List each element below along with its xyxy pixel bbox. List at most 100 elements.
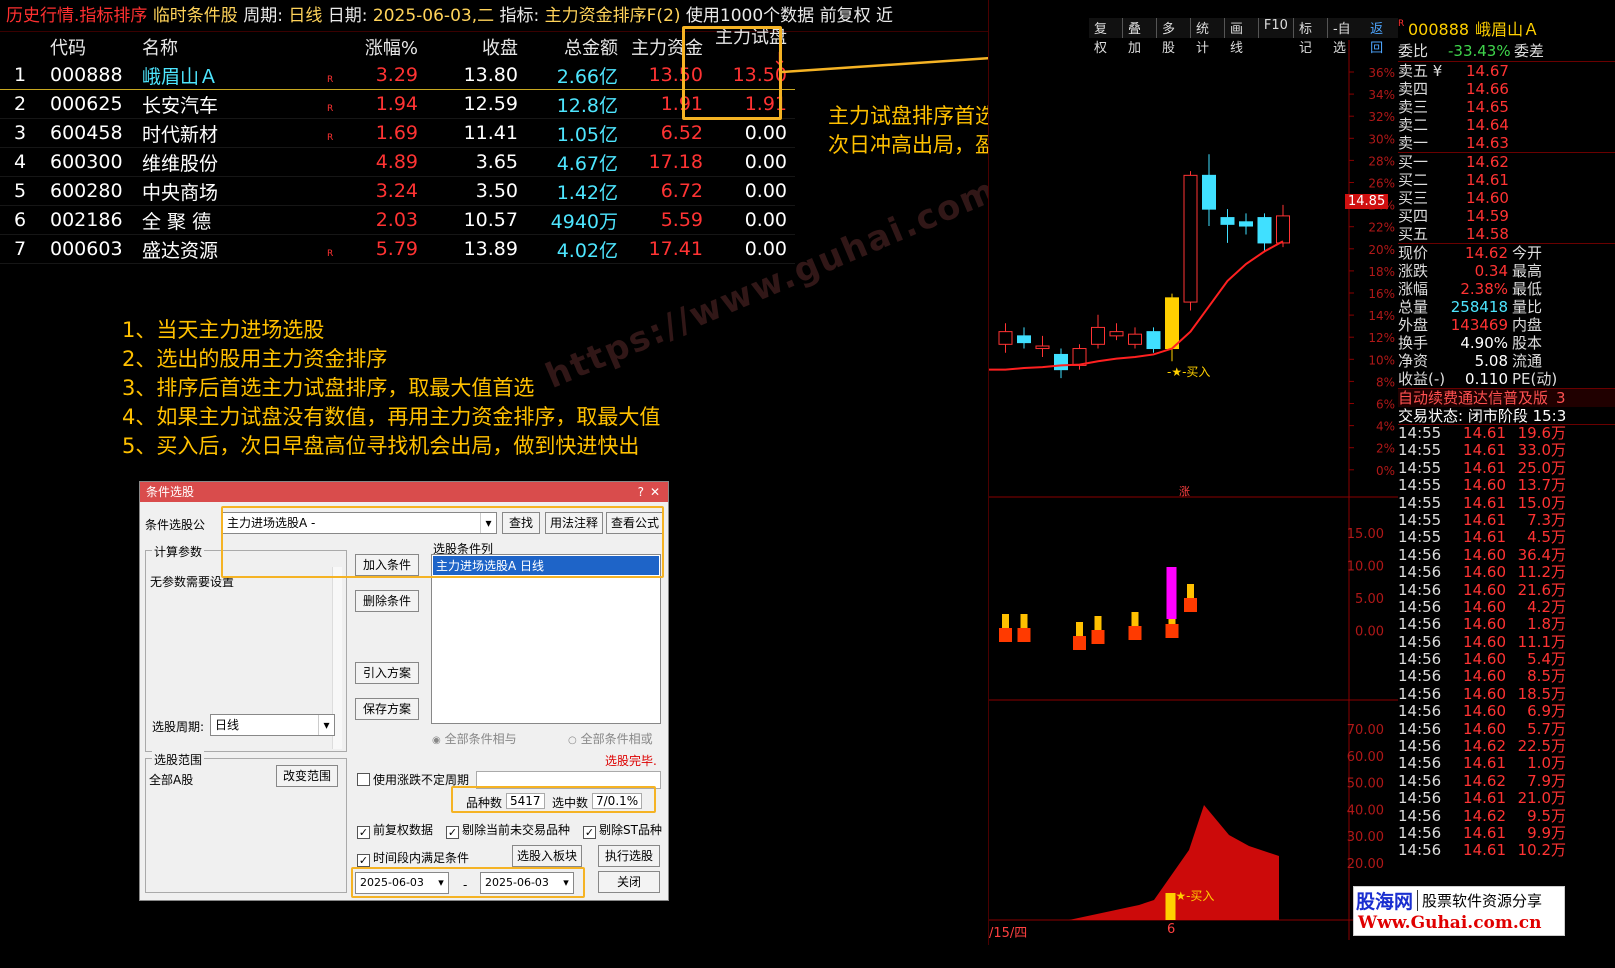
params-group-label: 计算参数 — [152, 543, 205, 560]
tick-row: 14:56 14.60 11.2万 — [1398, 563, 1615, 582]
book-row[interactable]: 卖四 14.66 — [1398, 80, 1615, 98]
import-plan-button[interactable]: 引入方案 — [355, 662, 419, 684]
tick-time: 14:56 — [1398, 823, 1442, 842]
book-row[interactable]: 卖五 ¥ 14.67 — [1398, 62, 1615, 80]
mid-tick: 15.00 — [1347, 527, 1384, 542]
tick-volume: 19.6万 — [1517, 424, 1566, 442]
zhang-label: 涨 — [1179, 485, 1190, 498]
tick-time: 14:56 — [1398, 580, 1442, 599]
tick-volume: 7.9万 — [1527, 771, 1566, 790]
weibi-value: -33.43% — [1448, 42, 1511, 60]
tick-price: 14.60 — [1463, 702, 1506, 721]
tick-list[interactable]: 14:55 14.61 19.6万 14:55 14.61 33.0万 14:55 14.61… — [1398, 424, 1615, 860]
book-row[interactable]: 买二 14.61 — [1398, 171, 1615, 189]
close-icon[interactable]: ✕ — [650, 482, 660, 502]
tick-row: 14:56 14.60 5.4万 — [1398, 650, 1615, 669]
tick-time: 14:56 — [1398, 615, 1442, 634]
stat-row: 涨跌 0.34 最高 — [1398, 262, 1615, 280]
tick-volume: 8.5万 — [1527, 667, 1566, 686]
tick-price: 14.62 — [1463, 806, 1506, 825]
range-group: 选股范围 全部A股 改变范围 — [145, 751, 347, 893]
pct-tick: 32% — [1368, 110, 1395, 124]
mid-bar — [1128, 626, 1142, 640]
tick-price: 14.60 — [1463, 580, 1506, 599]
and-radio[interactable]: ◉ 全部条件相与 — [432, 730, 517, 747]
pct-tick: 18% — [1368, 265, 1395, 279]
tick-time: 14:55 — [1398, 424, 1442, 442]
stat-label: 涨幅 — [1398, 280, 1429, 298]
tick-volume: 33.0万 — [1517, 441, 1566, 460]
book-label: 买三 — [1398, 189, 1429, 207]
book-row[interactable]: 买三 14.60 — [1398, 189, 1615, 207]
step-item: 5、买入后，次日早盘高位寻找机会出局，做到快进快出 — [122, 434, 640, 458]
book-label: 买五 — [1398, 225, 1429, 243]
tick-time: 14:56 — [1398, 754, 1442, 773]
help-icon[interactable]: ? — [638, 482, 644, 502]
weicha-label: 委差 — [1514, 42, 1545, 60]
stat-label: 总量 — [1398, 298, 1429, 316]
book-price: 14.62 — [1466, 153, 1509, 171]
pct-tick: 4% — [1376, 420, 1395, 434]
r-mark: R — [327, 133, 334, 143]
book-row[interactable]: 买一 14.62 — [1398, 153, 1615, 171]
book-row[interactable]: 卖一 14.63 — [1398, 134, 1615, 152]
book-label: 买一 — [1398, 153, 1429, 171]
tick-time: 14:56 — [1398, 771, 1442, 790]
or-radio[interactable]: ○ 全部条件相或 — [568, 730, 653, 747]
stat-label: 现价 — [1398, 244, 1429, 262]
time-checkbox[interactable]: ✓ 时间段内满足条件 — [357, 849, 469, 867]
tick-row: 14:56 14.61 9.9万 — [1398, 823, 1615, 842]
tick-row: 14:56 14.60 1.8万 — [1398, 615, 1615, 634]
stat-value: 2.38% — [1460, 280, 1508, 298]
tick-volume: 22.5万 — [1517, 737, 1566, 756]
r-mark: R — [327, 104, 334, 114]
period-value: 日线 — [215, 718, 240, 732]
tick-volume: 21.6万 — [1517, 580, 1566, 599]
stat-label: 涨跌 — [1398, 262, 1429, 280]
condition-list[interactable]: 主力进场选股A 日线 — [431, 554, 661, 724]
tick-price: 14.60 — [1463, 632, 1506, 651]
book-price: 14.64 — [1466, 116, 1509, 134]
kline-chart[interactable]: 36%34%32%30%28%26%24%22%20%18%16%14%12%1… — [989, 0, 1399, 945]
tick-price: 14.61 — [1463, 823, 1506, 842]
tick-price: 14.60 — [1463, 597, 1506, 616]
stat-label: 换手 — [1398, 334, 1429, 352]
range-value: 全部A股 — [149, 773, 194, 787]
candle — [1276, 215, 1290, 244]
tick-volume: 36.4万 — [1517, 545, 1566, 564]
change-range-button[interactable]: 改变范围 — [276, 765, 338, 787]
use-period-label: 使用涨跌不定周期 — [373, 773, 470, 787]
period-label: 选股周期: — [152, 720, 205, 734]
book-row[interactable]: 买五 14.58 — [1398, 225, 1615, 243]
mid-bar-top — [1131, 612, 1139, 626]
banner[interactable]: 自动续费通达信普及版 — [1398, 389, 1548, 407]
delete-condition-button[interactable]: 删除条件 — [355, 590, 419, 612]
tick-price: 14.60 — [1463, 667, 1506, 686]
ma-line — [989, 240, 1284, 371]
tick-time: 14:56 — [1398, 650, 1442, 669]
dialog-titlebar[interactable]: 条件选股 ? ✕ — [140, 482, 668, 502]
kline-panel[interactable]: 复权 叠加 多股 统计 画线 F10 标记 -自选 返回 36% 34% 32% 30% 28% 26% 2… — [988, 0, 1399, 945]
fq-checkbox[interactable]: ✓ 前复权数据 — [357, 821, 433, 839]
book-label: 卖三 — [1398, 98, 1429, 116]
chevron-down-icon[interactable]: ▾ — [318, 715, 334, 735]
exclude-checkbox[interactable]: ✓ 剔除当前未交易品种 — [446, 821, 570, 839]
mid-bar-top — [1187, 584, 1194, 598]
stat-value: 5.08 — [1474, 352, 1508, 370]
close-button[interactable]: 关闭 — [598, 871, 660, 893]
to-board-button[interactable]: 选股入板块 — [512, 845, 582, 867]
period-select[interactable]: 日线 ▾ — [210, 714, 335, 736]
stat-row: 换手 4.90% 股本 — [1398, 334, 1615, 352]
weibi-label: 委比 — [1398, 42, 1429, 60]
tick-row: 14:56 14.61 1.0万 — [1398, 754, 1615, 773]
st-checkbox[interactable]: ✓ 剔除ST品种 — [583, 821, 662, 839]
tick-time: 14:55 — [1398, 476, 1442, 495]
exec-button[interactable]: 执行选股 — [598, 845, 660, 867]
tick-row: 14:55 14.61 19.6万 — [1398, 424, 1615, 442]
book-row[interactable]: 买四 14.59 — [1398, 207, 1615, 225]
tick-row: 14:55 14.61 15.0万 — [1398, 494, 1615, 512]
tick-price: 14.60 — [1463, 563, 1506, 582]
book-row[interactable]: 卖二 14.64 — [1398, 116, 1615, 134]
save-plan-button[interactable]: 保存方案 — [355, 698, 419, 720]
book-row[interactable]: 卖三 14.65 — [1398, 98, 1615, 116]
